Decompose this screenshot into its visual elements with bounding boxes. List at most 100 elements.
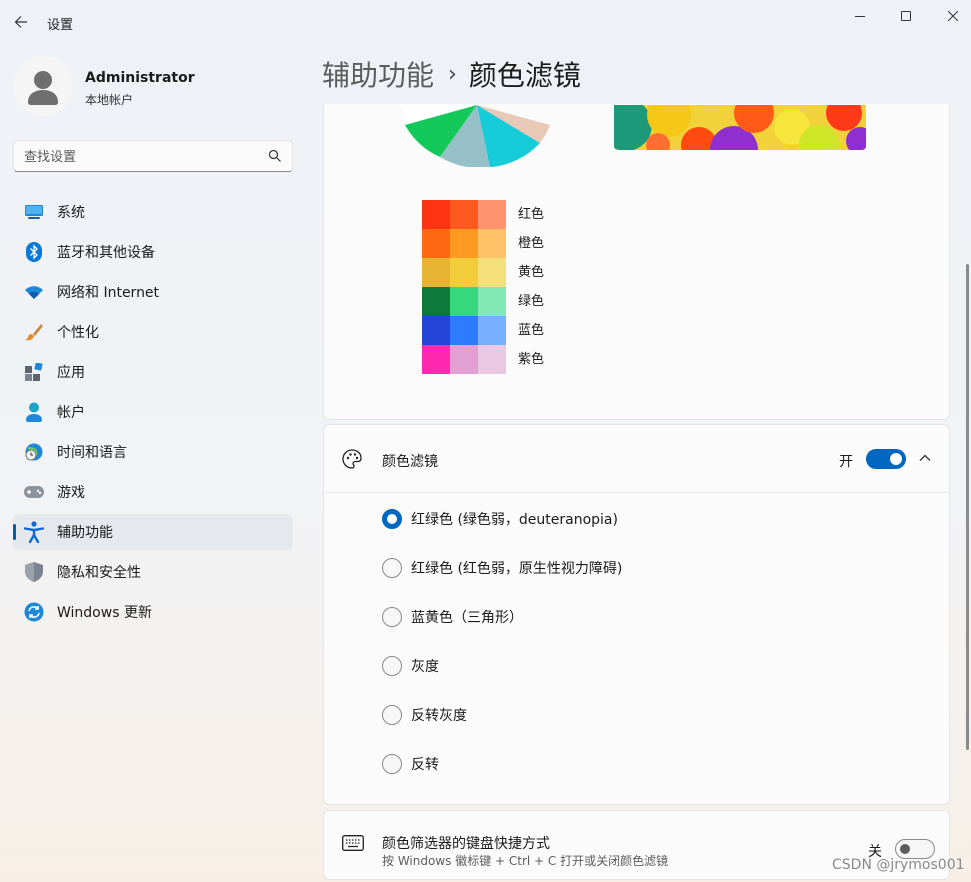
swatch [422, 200, 450, 229]
minimize-button[interactable] [835, 0, 885, 32]
filter-option-inverted-grayscale[interactable]: 反转灰度 [382, 690, 622, 739]
swatch-label: 黄色 [518, 265, 545, 280]
color-swatch-grid [422, 200, 506, 374]
sidebar-item-label: 时间和语言 [57, 445, 127, 461]
swatch-row-green [422, 287, 506, 316]
color-filter-header[interactable]: 颜色滤镜 开 [324, 425, 949, 493]
sidebar: Administrator 本地帐户 系统 蓝牙和其他设备 网络和 Intern… [0, 44, 310, 882]
shortcut-description: 按 Windows 徽标键 + Ctrl + C 打开或关闭颜色滤镜 [382, 854, 669, 868]
swatch [450, 200, 478, 229]
radio-button[interactable] [382, 655, 402, 676]
swatch [422, 229, 450, 258]
swatch-label: 紫色 [518, 352, 545, 367]
sidebar-item-bluetooth[interactable]: 蓝牙和其他设备 [13, 234, 293, 270]
radio-label: 红绿色 (绿色弱，deuteranopia) [411, 511, 618, 528]
watermark: CSDN @jrymos001 [832, 857, 965, 873]
radio-label: 反转 [411, 756, 439, 773]
sidebar-item-label: 辅助功能 [57, 525, 113, 541]
swatch [478, 287, 506, 316]
sidebar-item-system[interactable]: 系统 [13, 194, 293, 230]
minimize-icon [855, 16, 865, 17]
content-pane: 红色 橙色 黄色 绿色 蓝色 紫色 颜色滤镜 开 红绿色 (绿色弱，deuter… [323, 104, 951, 882]
sidebar-item-privacy[interactable]: 隐私和安全性 [13, 554, 293, 590]
radio-button[interactable] [382, 557, 402, 578]
chevron-up-icon[interactable] [918, 451, 932, 465]
monitor-icon [23, 201, 45, 223]
swatch-row-blue [422, 316, 506, 345]
swatch [422, 345, 450, 374]
radio-button[interactable] [382, 508, 402, 529]
gamepad-icon [23, 481, 45, 503]
user-profile[interactable]: Administrator 本地帐户 [13, 56, 303, 116]
back-button[interactable] [8, 8, 34, 36]
sidebar-item-label: 帐户 [57, 405, 85, 421]
search-input[interactable] [24, 147, 264, 167]
nav-menu: 系统 蓝牙和其他设备 网络和 Internet 个性化 应用 帐户 时间和语言 … [13, 194, 293, 634]
filter-option-inverted[interactable]: 反转 [382, 739, 622, 788]
swatch-label: 红色 [518, 207, 545, 222]
radio-label: 灰度 [411, 658, 439, 675]
search-icon [268, 149, 281, 162]
radio-label: 红绿色 (红色弱，原生性视力障碍) [411, 560, 623, 577]
swatch-label: 绿色 [518, 294, 545, 309]
swatch-row-yellow [422, 258, 506, 287]
close-button[interactable] [928, 0, 971, 32]
profile-name: Administrator [85, 70, 195, 86]
filter-option-protanopia[interactable]: 红绿色 (红色弱，原生性视力障碍) [382, 543, 622, 592]
radio-button[interactable] [382, 704, 402, 725]
sidebar-item-label: 隐私和安全性 [57, 565, 141, 581]
sidebar-item-label: 蓝牙和其他设备 [57, 245, 155, 261]
sidebar-item-accounts[interactable]: 帐户 [13, 394, 293, 430]
sidebar-item-accessibility[interactable]: 辅助功能 [13, 514, 293, 550]
sidebar-item-label: 个性化 [57, 325, 99, 341]
color-wheel-image [402, 105, 552, 171]
swatch [478, 316, 506, 345]
swatch [450, 287, 478, 316]
swatch [478, 258, 506, 287]
sidebar-item-windows-update[interactable]: Windows 更新 [13, 594, 293, 630]
person-icon [23, 401, 45, 423]
radio-label: 反转灰度 [411, 707, 467, 724]
toggle-state-label: 开 [839, 454, 853, 470]
close-icon [948, 11, 958, 21]
sidebar-item-gaming[interactable]: 游戏 [13, 474, 293, 510]
avatar [13, 56, 73, 116]
maximize-icon [901, 11, 911, 21]
filter-option-grayscale[interactable]: 灰度 [382, 641, 622, 690]
sidebar-item-label: 系统 [57, 205, 85, 221]
sidebar-item-time-language[interactable]: 时间和语言 [13, 434, 293, 470]
sidebar-item-label: 网络和 Internet [57, 285, 160, 301]
page-title: 颜色滤镜 [468, 59, 581, 92]
filter-option-deuteranopia[interactable]: 红绿色 (绿色弱，deuteranopia) [382, 494, 622, 543]
radio-button[interactable] [382, 753, 402, 774]
radio-label: 蓝黄色（三角形） [411, 609, 523, 626]
filter-option-tritanopia[interactable]: 蓝黄色（三角形） [382, 592, 622, 641]
wifi-icon [23, 281, 45, 303]
shield-icon [23, 561, 45, 583]
search-box[interactable] [13, 140, 293, 172]
brush-icon [23, 321, 45, 343]
breadcrumb: 辅助功能 › 颜色滤镜 [322, 54, 581, 94]
sidebar-item-apps[interactable]: 应用 [13, 354, 293, 390]
color-filter-card: 颜色滤镜 开 红绿色 (绿色弱，deuteranopia) 红绿色 (红色弱，原… [323, 424, 950, 805]
toggle-knob [890, 453, 902, 465]
sidebar-item-label: Windows 更新 [57, 605, 152, 621]
title-bar: 设置 [0, 0, 971, 44]
keyboard-icon [342, 835, 364, 851]
toggle-knob [900, 844, 910, 854]
bluetooth-icon [23, 241, 45, 263]
breadcrumb-parent[interactable]: 辅助功能 [322, 54, 434, 94]
scrollbar[interactable] [966, 264, 969, 750]
swatch-row-red [422, 200, 506, 229]
swatch [450, 229, 478, 258]
apps-icon [23, 361, 45, 383]
profile-account-type: 本地帐户 [85, 93, 134, 107]
filter-options: 红绿色 (绿色弱，deuteranopia) 红绿色 (红色弱，原生性视力障碍)… [382, 494, 622, 788]
sidebar-item-personalization[interactable]: 个性化 [13, 314, 293, 350]
radio-button[interactable] [382, 606, 402, 627]
swatch [478, 229, 506, 258]
maximize-button[interactable] [881, 0, 931, 32]
sidebar-item-network[interactable]: 网络和 Internet [13, 274, 293, 310]
color-filter-toggle[interactable] [866, 449, 906, 469]
shortcut-toggle[interactable] [895, 839, 935, 859]
